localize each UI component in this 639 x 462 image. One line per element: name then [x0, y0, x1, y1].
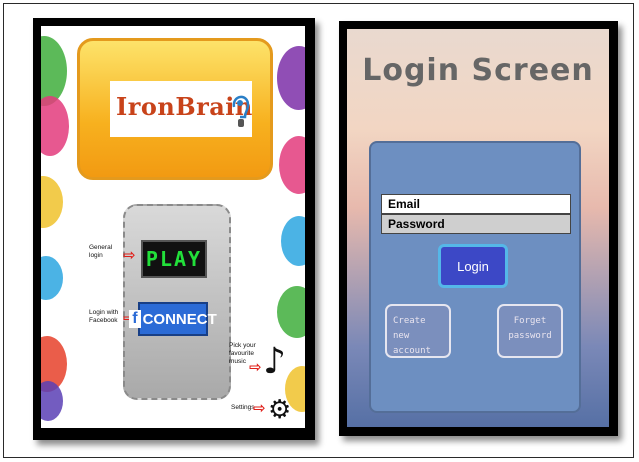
- title-banner: IronBrain: [77, 38, 273, 180]
- password-field[interactable]: Password: [381, 214, 571, 234]
- arrow-right-icon: ⇨: [123, 246, 136, 264]
- brain-head-icon: [232, 95, 250, 127]
- login-button[interactable]: Login: [438, 244, 508, 288]
- facebook-connect-button[interactable]: f CONNECT: [129, 302, 217, 336]
- paint-splash: [281, 216, 305, 266]
- paint-splash: [41, 96, 69, 156]
- login-phone: Login Screen Email Password Login Create…: [339, 21, 618, 436]
- paint-splash: [41, 36, 67, 106]
- music-note-icon[interactable]: ♪: [263, 344, 286, 380]
- paint-splash: [277, 286, 305, 338]
- page-title: Login Screen: [362, 53, 594, 88]
- create-account-button[interactable]: Create new account: [385, 304, 451, 358]
- facebook-login-label: Login with Facebook: [89, 309, 119, 324]
- ironbrain-logo: IronBrain: [110, 81, 252, 137]
- paint-splash: [41, 176, 63, 228]
- ironbrain-phone: IronBrain General login ⇨ PLAY Login wit…: [33, 18, 315, 440]
- play-button[interactable]: PLAY: [141, 240, 207, 278]
- connect-label: CONNECT: [142, 310, 217, 328]
- paint-splash: [277, 46, 305, 110]
- general-login-label: General login: [89, 244, 113, 259]
- arrow-right-icon: ⇨: [253, 399, 266, 417]
- gear-icon[interactable]: ⚙: [268, 397, 291, 423]
- email-field[interactable]: Email: [381, 194, 571, 214]
- forget-password-button[interactable]: Forget password: [497, 304, 563, 358]
- login-screen: Login Screen Email Password Login Create…: [347, 29, 609, 427]
- paint-splash: [279, 136, 305, 194]
- paint-splash: [41, 256, 63, 300]
- paint-splash: [41, 381, 63, 421]
- settings-label: Settings: [231, 404, 255, 411]
- facebook-icon: f: [129, 310, 141, 328]
- ironbrain-screen: IronBrain General login ⇨ PLAY Login wit…: [41, 26, 305, 428]
- arrow-right-icon: ⇨: [249, 358, 262, 376]
